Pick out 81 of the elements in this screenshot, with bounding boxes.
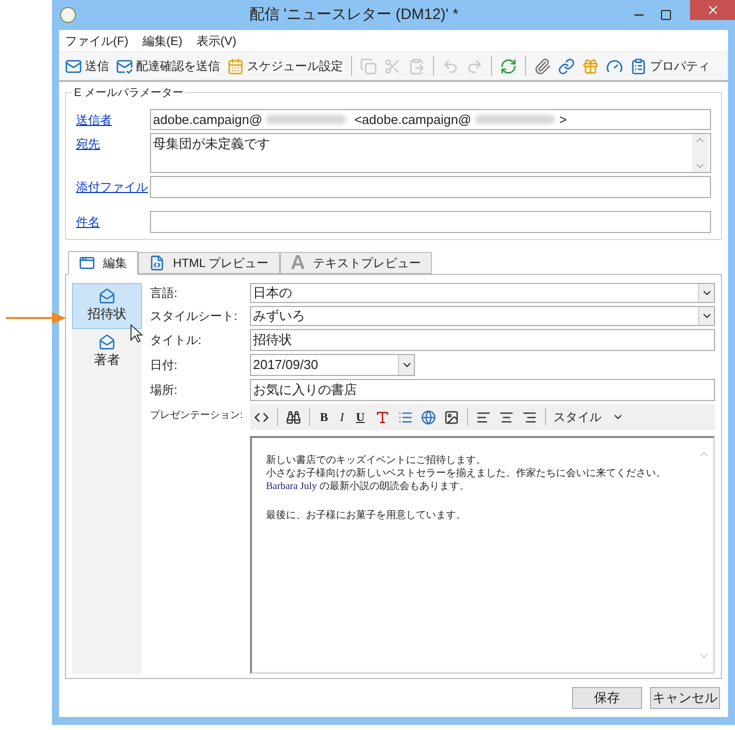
tab[interactable]: 編集 bbox=[68, 251, 138, 275]
recipient-value: 母集団が未定義です bbox=[153, 135, 271, 153]
format-button[interactable]: B bbox=[318, 408, 330, 426]
tab[interactable]: A テキストプレビュー bbox=[280, 252, 432, 274]
date-field[interactable]: 2017/09/30 bbox=[250, 354, 415, 376]
list-icon[interactable] bbox=[398, 410, 413, 424]
dialog-button[interactable]: キャンセル bbox=[650, 687, 720, 709]
field-value: 日本の bbox=[252, 284, 293, 302]
align-center-icon[interactable] bbox=[498, 410, 514, 424]
dialog-button[interactable]: 保存 bbox=[572, 687, 642, 709]
body-paragraph: 最後に、お子様にお菓子を用意しています。 bbox=[266, 509, 467, 522]
gauge-icon bbox=[606, 58, 623, 74]
html-file-icon bbox=[149, 255, 165, 271]
close-button[interactable] bbox=[690, 0, 735, 20]
toolbar-button[interactable]: プロパティ bbox=[628, 57, 712, 75]
text-field[interactable]: 招待状 bbox=[250, 329, 715, 351]
link-icon bbox=[558, 58, 575, 74]
align-left-icon[interactable] bbox=[476, 410, 491, 424]
refresh-icon bbox=[500, 58, 517, 74]
toolbar-icon-button[interactable] bbox=[604, 58, 625, 74]
mail-icon bbox=[65, 58, 82, 74]
mail-check-icon bbox=[116, 58, 133, 74]
sender-address: adobe.campaign@ bbox=[153, 110, 262, 129]
paste-icon bbox=[408, 58, 425, 74]
toolbar-icon-button[interactable] bbox=[556, 58, 577, 74]
field-value: みずいろ bbox=[252, 307, 306, 326]
letter-glyph: A bbox=[290, 251, 306, 276]
recipient-field[interactable]: 母集団が未定義です bbox=[150, 133, 711, 173]
window-icon bbox=[79, 255, 95, 271]
clipboard-icon bbox=[630, 58, 647, 74]
style-dropdown[interactable]: スタイル bbox=[554, 408, 624, 426]
calendar-icon bbox=[227, 58, 244, 74]
dropdown-field[interactable]: みずいろ bbox=[250, 306, 715, 326]
toolbar-button[interactable]: スケジュール設定 bbox=[225, 57, 345, 75]
align-right-icon[interactable] bbox=[522, 410, 537, 424]
tab[interactable]: HTML プレビュー bbox=[138, 252, 280, 274]
subject-field[interactable] bbox=[150, 211, 711, 233]
field-label: プレゼンテーション: bbox=[150, 408, 244, 423]
find-icon[interactable] bbox=[286, 410, 301, 424]
paperclip-icon bbox=[534, 58, 551, 74]
redo-icon bbox=[466, 58, 483, 74]
format-button[interactable]: I bbox=[338, 408, 346, 426]
image-icon[interactable] bbox=[444, 410, 459, 424]
globe-icon[interactable] bbox=[420, 410, 436, 424]
text-field[interactable]: お気に入りの書店 bbox=[250, 379, 715, 401]
cut-icon bbox=[384, 58, 401, 74]
gift-icon bbox=[582, 58, 599, 74]
app-icon bbox=[60, 7, 76, 23]
body-paragraph: 小さなお子様向けの新しいベストセラーを揃えました。作家たちに会いに来てください。 Barbara July の最新小説の朗読会もあります。 bbox=[266, 467, 667, 493]
field-label: スタイルシート: bbox=[150, 308, 238, 325]
arrow-icon bbox=[6, 312, 66, 324]
reply-address: <adobe.campaign@ bbox=[354, 110, 472, 129]
toolbar-button[interactable]: 送信 bbox=[63, 57, 111, 75]
reply-bracket: > bbox=[559, 110, 567, 129]
sender-field[interactable]: adobe.campaign@ <adobe.campaign@ > bbox=[150, 109, 711, 130]
copy-icon bbox=[360, 58, 377, 74]
field-value: 2017/09/30 bbox=[252, 356, 320, 374]
body-paragraph: 新しい書店でのキッズイベントにご招待します。 bbox=[266, 454, 487, 467]
dropdown-field[interactable]: 日本の bbox=[250, 283, 715, 303]
sender-link[interactable]: 送信者 bbox=[76, 109, 150, 129]
attachment-field[interactable] bbox=[150, 176, 711, 198]
subject-link[interactable]: 件名 bbox=[76, 211, 150, 231]
section-item[interactable]: 著者 bbox=[72, 328, 142, 374]
field-label: タイトル: bbox=[150, 332, 202, 349]
field-label: 日付: bbox=[150, 357, 178, 374]
recipient-link[interactable]: 宛先 bbox=[76, 133, 150, 153]
menu-item[interactable]: 表示(V) bbox=[196, 32, 236, 50]
text-color-icon[interactable] bbox=[374, 410, 390, 424]
cursor-icon bbox=[130, 324, 144, 344]
maximize-icon[interactable] bbox=[660, 9, 672, 21]
attachment-link[interactable]: 添付ファイル bbox=[76, 176, 150, 196]
editor-area[interactable]: 新しい書店でのキッズイベントにご招待します。 小さなお子様向けの新しいベストセラーを揃えました。作家たちに会いに来てください。 Barbara July の最新小説の朗読会もあります。 最後に、お子様にお菓子を用意しています。 bbox=[250, 436, 715, 674]
menu-item[interactable]: ファイル(F) bbox=[65, 32, 128, 50]
section-item[interactable]: 招待状 bbox=[72, 283, 142, 328]
toolbar-button[interactable]: 配達確認を送信 bbox=[114, 57, 222, 75]
window-title: 配信 'ニュースレター (DM12)' * bbox=[248, 4, 460, 25]
field-label: 場所: bbox=[150, 382, 178, 399]
field-label: 言語: bbox=[150, 285, 178, 302]
menu-item[interactable]: 編集(E) bbox=[142, 32, 182, 50]
format-button[interactable]: U bbox=[354, 408, 367, 426]
undo-icon bbox=[442, 58, 459, 74]
